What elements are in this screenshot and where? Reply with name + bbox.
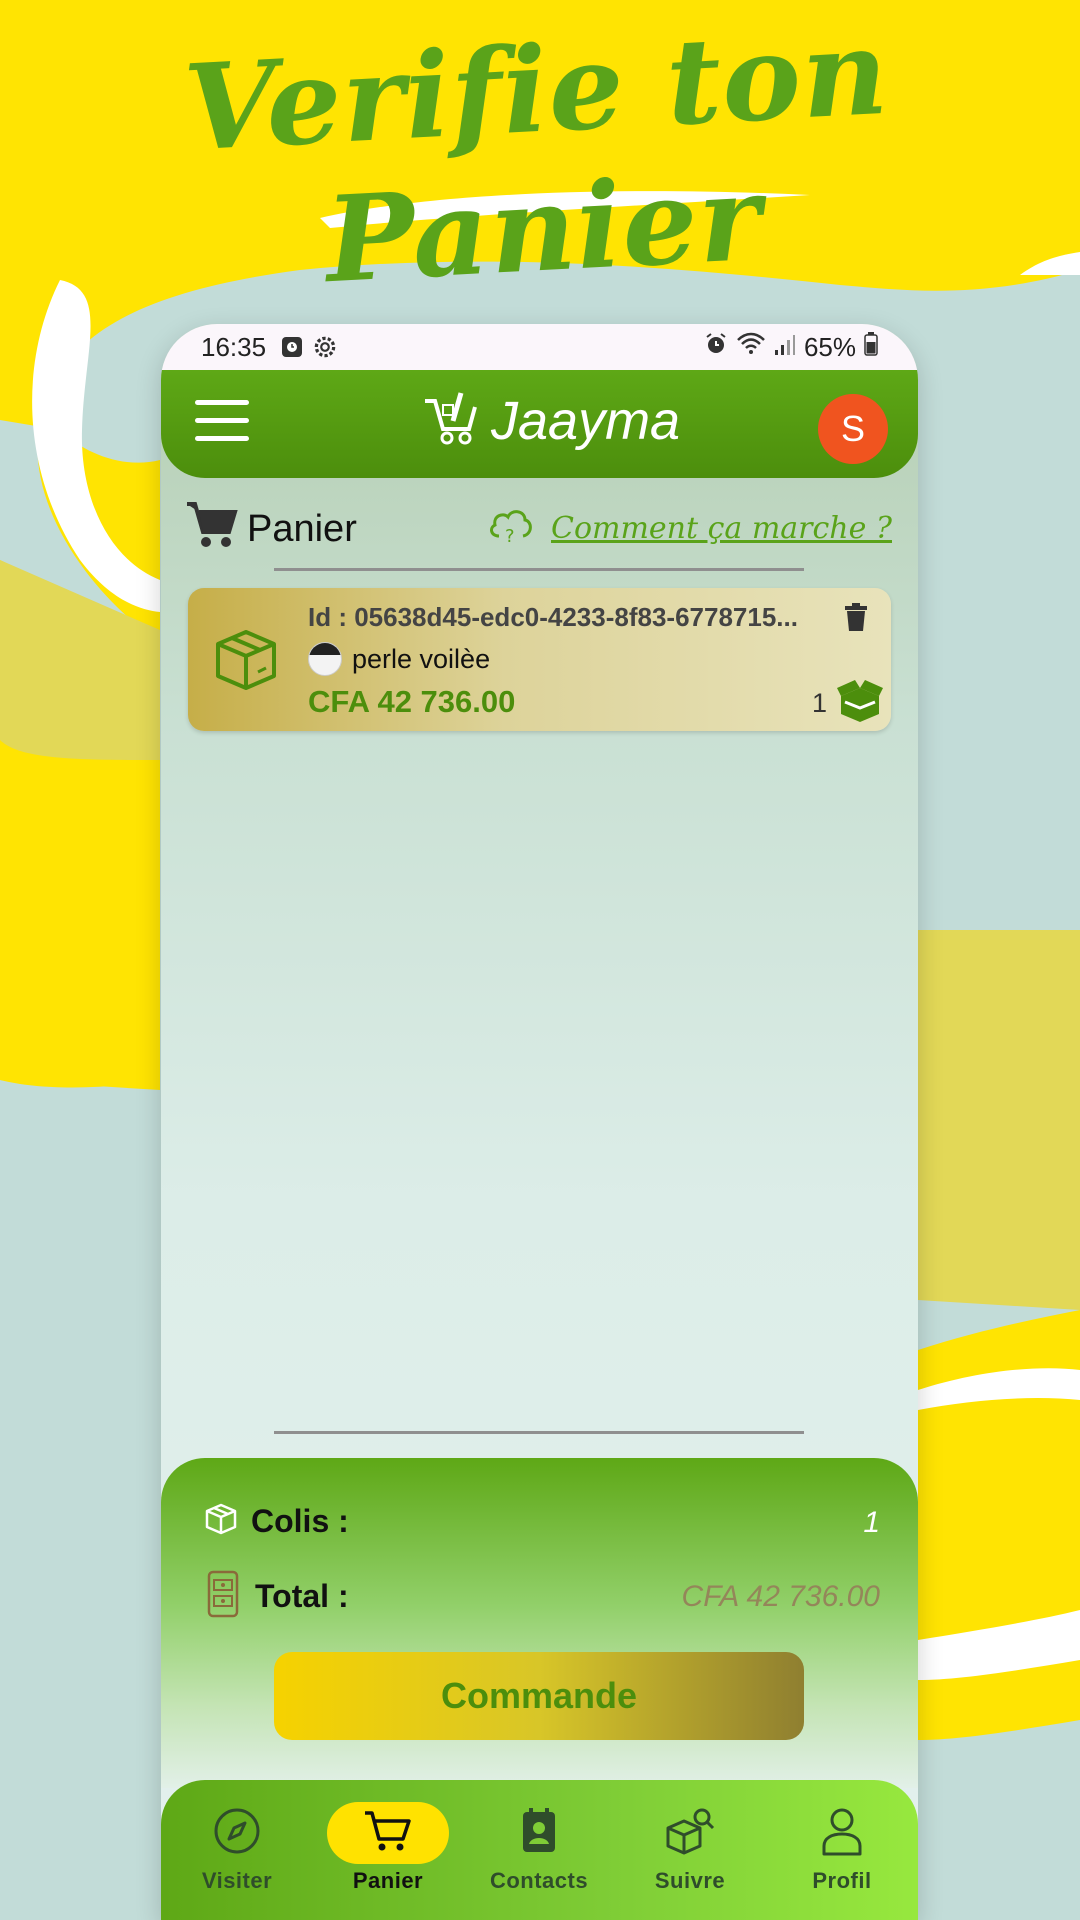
cart-icon	[185, 500, 239, 555]
package-box-icon	[210, 626, 282, 697]
bottom-divider	[274, 1431, 804, 1434]
order-summary: Colis : 1 Total : CFA 42 736.00 Commande	[161, 1458, 918, 1788]
page-title: Panier	[247, 508, 357, 550]
bottom-navigation: Visiter Panier Contacts Suivre Profil	[161, 1780, 918, 1920]
nav-contacts[interactable]: Contacts	[474, 1802, 604, 1894]
package-search-icon	[664, 1806, 716, 1861]
nav-profil[interactable]: Profil	[777, 1802, 907, 1894]
contact-book-icon	[519, 1807, 559, 1859]
nav-label-visiter: Visiter	[201, 1868, 273, 1893]
open-box-icon[interactable]	[835, 674, 885, 729]
nav-label-panier: Panier	[352, 1868, 424, 1893]
cart-icon	[363, 1809, 413, 1858]
cart-section-header: Panier ? Comment ça marche ?	[161, 478, 918, 574]
status-bar: 16:35 65%	[161, 324, 918, 370]
alarm-icon	[704, 332, 728, 363]
user-avatar[interactable]: S	[818, 394, 888, 464]
delete-trash-icon[interactable]	[843, 602, 869, 637]
help-link-text[interactable]: Comment ça marche ?	[551, 511, 892, 546]
compass-icon	[212, 1806, 262, 1861]
total-label: Total :	[255, 1578, 349, 1614]
brand: Jaayma	[421, 390, 680, 452]
item-price: CFA 42 736.00	[308, 684, 516, 719]
total-value: CFA 42 736.00	[681, 1580, 880, 1613]
signal-icon	[774, 332, 796, 363]
shop-logo	[308, 642, 342, 676]
settings-gear-icon	[312, 334, 338, 360]
nav-panier[interactable]: Panier	[323, 1802, 453, 1894]
svg-text:?: ?	[505, 526, 515, 546]
total-row: Total :	[203, 1570, 349, 1623]
colis-row: Colis :	[203, 1502, 349, 1541]
promo-headline: Verifie ton Panier	[180, 1, 892, 310]
cloud-help-icon: ?	[487, 506, 533, 551]
battery-icon	[864, 331, 878, 363]
phone-screen: 16:35 65% Jaayma S Panier ? Comment ça m…	[161, 324, 918, 1920]
person-icon	[820, 1806, 864, 1861]
app-bar: Jaayma S	[161, 370, 918, 478]
brand-name: Jaayma	[491, 391, 681, 451]
parcel-icon	[203, 1502, 239, 1541]
colis-label: Colis :	[251, 1503, 349, 1539]
item-id: Id : 05638d45-edc0-4233-8f83-6778715...	[308, 602, 798, 632]
item-quantity: 1	[811, 688, 827, 718]
order-button[interactable]: Commande	[274, 1652, 804, 1740]
battery-level: 65%	[803, 331, 856, 362]
shop-row: perle voilèe	[308, 642, 490, 676]
cart-item-card[interactable]: Id : 05638d45-edc0-4233-8f83-6778715... …	[188, 588, 891, 731]
nav-label-contacts: Contacts	[489, 1868, 589, 1893]
colis-value: 1	[863, 1506, 880, 1539]
hamburger-menu-icon[interactable]	[195, 400, 249, 444]
nav-label-profil: Profil	[812, 1868, 872, 1893]
wifi-icon	[736, 332, 766, 363]
status-time: 16:35	[201, 331, 267, 362]
clock-app-icon	[280, 335, 304, 359]
top-divider	[274, 568, 804, 571]
shop-name: perle voilèe	[352, 643, 491, 674]
money-phone-icon	[203, 1570, 243, 1623]
nav-suivre[interactable]: Suivre	[625, 1802, 755, 1894]
nav-visiter[interactable]: Visiter	[172, 1802, 302, 1894]
nav-label-suivre: Suivre	[654, 1868, 726, 1893]
shopping-cart-logo-icon	[421, 391, 481, 452]
help-link[interactable]: ? Comment ça marche ?	[487, 506, 892, 551]
